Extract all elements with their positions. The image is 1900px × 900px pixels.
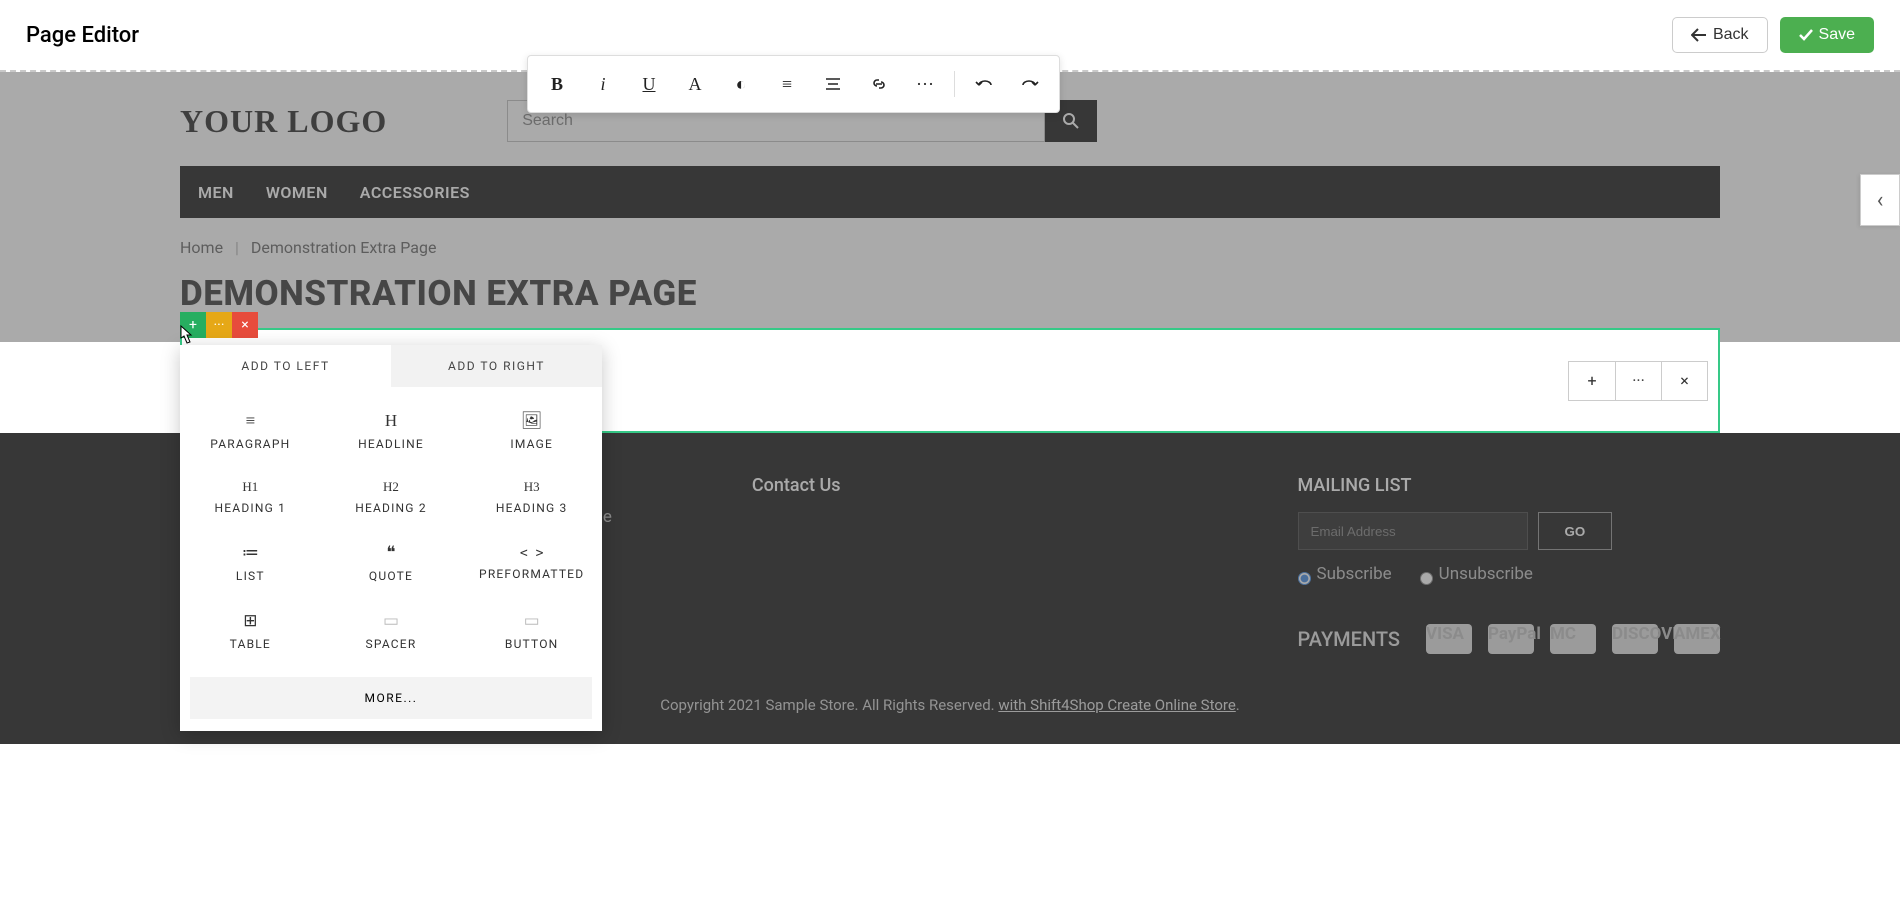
nav-women[interactable]: WOMEN <box>266 183 328 202</box>
footer-col-contact: Contact Us <box>752 475 841 662</box>
list-icon: ≔ <box>242 543 259 563</box>
unsubscribe-radio[interactable]: Unsubscribe <box>1420 564 1533 592</box>
topbar-actions: Back Save <box>1672 17 1874 53</box>
code-icon: < > <box>520 546 543 561</box>
add-headline[interactable]: HHEADLINE <box>321 397 462 465</box>
footer-credit-link[interactable]: with Shift4Shop Create Online Store <box>998 696 1235 714</box>
add-table[interactable]: ⊞TABLE <box>180 597 321 665</box>
payments-row: PAYMENTS VISA PayPal MC DISCOVER AMEX <box>1298 624 1720 662</box>
add-preformatted[interactable]: < >PREFORMATTED <box>461 529 602 597</box>
mailing-go-button[interactable]: GO <box>1538 512 1613 550</box>
button-icon: ▭ <box>524 611 540 631</box>
inline-close-button[interactable]: × <box>1661 362 1707 400</box>
text-format-toolbar: B i U A ◐ ≡ ··· <box>527 55 1060 113</box>
table-icon: ⊞ <box>243 611 257 631</box>
card-visa: VISA <box>1426 624 1472 654</box>
paragraph-icon: ≡ <box>246 411 256 431</box>
breadcrumb-separator: | <box>235 238 239 257</box>
tab-add-left[interactable]: ADD TO LEFT <box>180 345 391 387</box>
mailing-heading: MAILING LIST <box>1298 475 1720 496</box>
check-icon <box>1799 29 1813 41</box>
add-paragraph[interactable]: ≡PARAGRAPH <box>180 397 321 465</box>
paragraph-button[interactable]: ≡ <box>764 61 810 107</box>
more-format-button[interactable]: ··· <box>902 61 948 107</box>
save-label: Save <box>1819 26 1855 44</box>
redo-button[interactable] <box>1007 61 1053 107</box>
page-heading: DEMONSTRATION EXTRA PAGE <box>180 267 1720 328</box>
mailing-email-input[interactable] <box>1298 512 1528 550</box>
nav-accessories[interactable]: ACCESSORIES <box>360 183 470 202</box>
link-button[interactable] <box>856 61 902 107</box>
image-icon: 🖼 <box>521 411 543 431</box>
breadcrumb-home[interactable]: Home <box>180 238 223 257</box>
block-add-button[interactable]: + <box>180 312 206 338</box>
underline-button[interactable]: U <box>626 61 672 107</box>
add-quote[interactable]: ❝QUOTE <box>321 529 462 597</box>
block-edge-controls: + ··· × <box>180 312 258 338</box>
block-delete-button[interactable]: × <box>232 312 258 338</box>
tab-add-right[interactable]: ADD TO RIGHT <box>391 345 602 387</box>
save-button[interactable]: Save <box>1780 17 1874 53</box>
editor-canvas: B i U A ◐ ≡ ··· YOUR LOGO <box>0 72 1900 744</box>
add-list[interactable]: ≔LIST <box>180 529 321 597</box>
add-element-grid: ≡PARAGRAPH HHEADLINE 🖼IMAGE H1HEADING 1 … <box>180 387 602 671</box>
add-image[interactable]: 🖼IMAGE <box>461 397 602 465</box>
block-inline-actions: + ··· × <box>1568 361 1708 401</box>
chevron-left-icon: ‹ <box>1877 188 1884 213</box>
toolbar-separator <box>954 71 955 97</box>
h2-icon: H2 <box>383 479 399 495</box>
align-button[interactable] <box>810 61 856 107</box>
site-logo: YOUR LOGO <box>180 103 387 140</box>
card-paypal: PayPal <box>1488 624 1534 654</box>
quote-icon: ❝ <box>386 543 395 563</box>
breadcrumb-current: Demonstration Extra Page <box>251 238 437 257</box>
breadcrumb: Home | Demonstration Extra Page <box>180 218 1720 267</box>
add-heading2[interactable]: H2HEADING 2 <box>321 465 462 529</box>
h1-icon: H1 <box>242 479 258 495</box>
block-more-button[interactable]: ··· <box>206 312 232 338</box>
page-title-label: Page Editor <box>26 23 139 48</box>
contrast-button[interactable]: ◐ <box>718 61 764 107</box>
search-icon <box>1062 112 1080 130</box>
footer-col-mailing: MAILING LIST GO Subscribe Unsubscribe PA… <box>1298 475 1720 662</box>
add-spacer[interactable]: ▭SPACER <box>321 597 462 665</box>
back-button[interactable]: Back <box>1672 17 1768 53</box>
add-element-popup: ADD TO LEFT ADD TO RIGHT ≡PARAGRAPH HHEA… <box>180 345 602 731</box>
card-mastercard: MC <box>1550 624 1596 654</box>
headline-icon: H <box>385 411 397 431</box>
add-more-button[interactable]: MORE... <box>190 677 592 719</box>
nav-men[interactable]: MEN <box>198 183 234 202</box>
add-heading3[interactable]: H3HEADING 3 <box>461 465 602 529</box>
add-heading1[interactable]: H1HEADING 1 <box>180 465 321 529</box>
h3-icon: H3 <box>524 479 540 495</box>
arrow-left-icon <box>1691 28 1707 42</box>
card-amex: AMEX <box>1674 624 1720 654</box>
payments-label: PAYMENTS <box>1298 627 1400 651</box>
add-button[interactable]: ▭BUTTON <box>461 597 602 665</box>
contact-heading: Contact Us <box>752 475 841 496</box>
main-nav: MEN WOMEN ACCESSORIES <box>180 166 1720 218</box>
add-popup-tabs: ADD TO LEFT ADD TO RIGHT <box>180 345 602 387</box>
inline-add-button[interactable]: + <box>1569 362 1615 400</box>
inline-more-button[interactable]: ··· <box>1615 362 1661 400</box>
font-button[interactable]: A <box>672 61 718 107</box>
back-label: Back <box>1713 26 1749 44</box>
card-discover: DISCOVER <box>1612 624 1658 654</box>
italic-button[interactable]: i <box>580 61 626 107</box>
subscribe-options: Subscribe Unsubscribe <box>1298 564 1720 592</box>
bold-button[interactable]: B <box>534 61 580 107</box>
panel-collapse-handle[interactable]: ‹ <box>1860 174 1900 226</box>
subscribe-radio[interactable]: Subscribe <box>1298 564 1392 592</box>
spacer-icon: ▭ <box>383 611 399 631</box>
undo-button[interactable] <box>961 61 1007 107</box>
